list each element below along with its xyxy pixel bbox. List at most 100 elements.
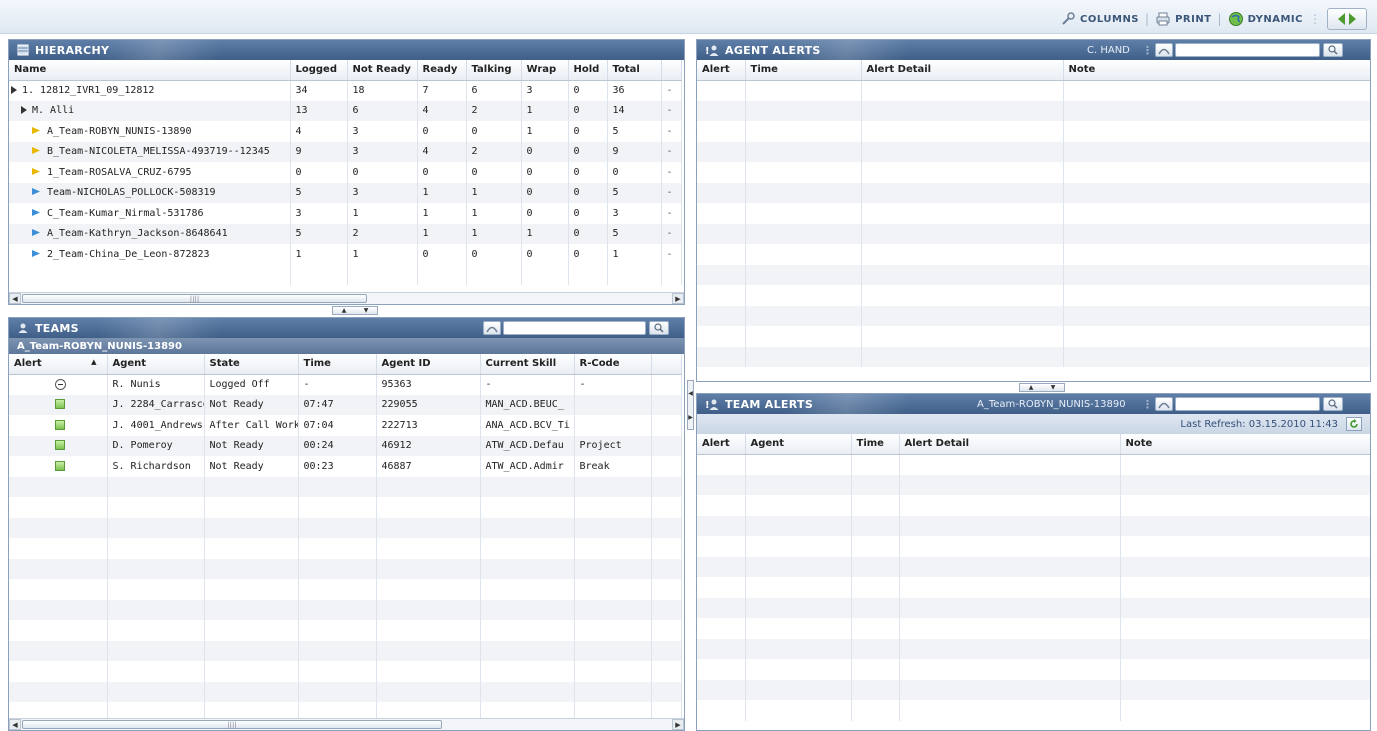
empty-cell bbox=[480, 681, 575, 702]
team-alerts-search-button[interactable] bbox=[1323, 397, 1343, 411]
scroll-right-arrow[interactable]: ▶ bbox=[672, 293, 684, 304]
blue-flag-icon bbox=[32, 249, 40, 257]
hierarchy-row[interactable]: 2_Team-China_De_Leon-872823 1 1 0 0 0 0 1- bbox=[9, 244, 682, 265]
col-current-skill[interactable]: Current Skill bbox=[480, 354, 575, 375]
col-state[interactable]: State bbox=[204, 354, 299, 375]
empty-cell bbox=[568, 264, 608, 285]
refresh-button[interactable] bbox=[1346, 417, 1362, 431]
team-alerts-filter-button[interactable] bbox=[1155, 397, 1173, 411]
team-agent-row[interactable]: R. Nunis Logged Off -95363- - bbox=[9, 374, 682, 395]
hierarchy-row[interactable]: 1_Team-ROSALVA_CRUZ-6795 0 0 0 0 0 0 0- bbox=[9, 162, 682, 183]
scroll-left-arrow[interactable]: ◀ bbox=[9, 719, 21, 730]
col-wrap[interactable]: Wrap bbox=[521, 60, 569, 81]
team-agent-row[interactable]: J. 2284_Carrasco Not Ready 07:47 229055 MAN_… bbox=[9, 394, 682, 415]
empty-cell bbox=[861, 121, 1064, 142]
col-hold[interactable]: Hold bbox=[568, 60, 608, 81]
splitter-down-arrow[interactable]: ▼ bbox=[364, 307, 369, 314]
scroll-right-arrow[interactable]: ▶ bbox=[672, 719, 684, 730]
team-agent-row[interactable]: D. Pomeroy Not Ready 00:24 46912 ATW_ACD.Def… bbox=[9, 435, 682, 456]
hierarchy-teams-splitter[interactable]: ▲ ▼ bbox=[332, 306, 378, 315]
empty-cell bbox=[697, 182, 746, 203]
col-alert-detail[interactable]: Alert Detail bbox=[861, 60, 1064, 81]
empty-row bbox=[9, 476, 682, 497]
cell-wrap: 1 bbox=[521, 121, 569, 142]
cell-alert bbox=[9, 415, 108, 436]
col-note[interactable]: Note bbox=[1063, 60, 1370, 81]
col-talking[interactable]: Talking bbox=[466, 60, 522, 81]
scroll-thumb[interactable]: |||| bbox=[22, 294, 367, 303]
agent-alerts-filter-button[interactable] bbox=[1155, 43, 1173, 57]
empty-cell bbox=[851, 495, 900, 516]
col-name[interactable]: Name bbox=[9, 60, 291, 81]
agent-alerts-search-input[interactable] bbox=[1175, 43, 1320, 57]
cell-wrap: 1 bbox=[521, 223, 569, 244]
col-agent[interactable]: Agent bbox=[107, 354, 205, 375]
alerts-splitter[interactable]: ▲ ▼ bbox=[1019, 383, 1065, 392]
teams-filter-button[interactable] bbox=[483, 321, 501, 335]
agent-alerts-search-button[interactable] bbox=[1323, 43, 1343, 57]
hierarchy-row[interactable]: Team-NICHOLAS_POLLOCK-508319 5 3 1 1 0 0 5- bbox=[9, 182, 682, 203]
empty-row bbox=[697, 454, 1370, 475]
splitter-left-arrow[interactable]: ◀ bbox=[688, 390, 693, 397]
col-agent-id[interactable]: Agent ID bbox=[376, 354, 481, 375]
splitter-up-arrow[interactable]: ▲ bbox=[342, 307, 347, 314]
empty-cell bbox=[204, 681, 299, 702]
team-agent-row[interactable]: J. 4001_Andrews After Call Work 07:04 22271… bbox=[9, 415, 682, 436]
cell-current-skill: ANA_ACD.BCV_Ti bbox=[480, 415, 575, 436]
col-time[interactable]: Time bbox=[298, 354, 377, 375]
col-note[interactable]: Note bbox=[1120, 434, 1370, 455]
columns-button[interactable]: COLUMNS bbox=[1060, 11, 1139, 27]
col-alert-detail[interactable]: Alert Detail bbox=[899, 434, 1121, 455]
empty-cell bbox=[1120, 618, 1370, 639]
scroll-thumb[interactable]: |||| bbox=[22, 720, 442, 729]
col-logged[interactable]: Logged bbox=[290, 60, 348, 81]
col-alert[interactable]: Alert bbox=[697, 60, 746, 81]
teams-horizontal-scrollbar[interactable]: ◀ |||| ▶ bbox=[9, 718, 684, 730]
splitter-down-arrow[interactable]: ▼ bbox=[1051, 384, 1056, 391]
cell-name: 1_Team-ROSALVA_CRUZ-6795 bbox=[9, 162, 291, 183]
col-alert[interactable]: Alert ▲ bbox=[9, 354, 108, 375]
team-agent-row[interactable]: S. Richardson Not Ready 00:23 46887 ATW_ACD.… bbox=[9, 456, 682, 477]
col-alert[interactable]: Alert bbox=[697, 434, 746, 455]
expand-collapse-button[interactable] bbox=[1327, 8, 1367, 30]
cell-not-ready: 1 bbox=[347, 244, 418, 265]
empty-cell bbox=[9, 599, 108, 620]
hierarchy-row[interactable]: M. Alli 13 6 4 2 1 0 14- bbox=[9, 100, 682, 121]
team-alerts-search-input[interactable] bbox=[1175, 397, 1320, 411]
empty-cell bbox=[204, 497, 299, 518]
col-time[interactable]: Time bbox=[745, 60, 862, 81]
empty-cell bbox=[861, 100, 1064, 121]
col-ready[interactable]: Ready bbox=[417, 60, 467, 81]
cell-time: 07:47 bbox=[298, 394, 377, 415]
empty-cell bbox=[651, 599, 682, 620]
hierarchy-row[interactable]: A_Team-ROBYN_NUNIS-13890 4 3 0 0 1 0 5- bbox=[9, 121, 682, 142]
col-time[interactable]: Time bbox=[851, 434, 900, 455]
teams-search-input[interactable] bbox=[503, 321, 646, 335]
col-not-ready[interactable]: Not Ready bbox=[347, 60, 418, 81]
hierarchy-row[interactable]: C_Team-Kumar_Nirmal-531786 3 1 1 1 0 0 3- bbox=[9, 203, 682, 224]
splitter-right-arrow[interactable]: ▶ bbox=[688, 414, 693, 421]
col-agent[interactable]: Agent bbox=[745, 434, 852, 455]
double-arrow-icon bbox=[1338, 13, 1356, 25]
col-total[interactable]: Total bbox=[607, 60, 662, 81]
vertical-splitter[interactable]: ◀ ▶ bbox=[687, 380, 694, 430]
empty-cell bbox=[745, 700, 852, 721]
yellow-flag-icon bbox=[32, 126, 40, 134]
expand-arrow-icon[interactable] bbox=[11, 86, 17, 94]
empty-cell bbox=[851, 577, 900, 598]
teams-search-button[interactable] bbox=[649, 321, 669, 335]
expand-arrow-icon[interactable] bbox=[21, 106, 27, 115]
scroll-left-arrow[interactable]: ◀ bbox=[9, 293, 21, 304]
hierarchy-row[interactable]: 1. 12812_IVR1_09_12812 34 18 7 6 3 0 36- bbox=[9, 80, 682, 101]
hierarchy-row[interactable]: A_Team-Kathryn_Jackson-8648641 5 2 1 1 1 0 5- bbox=[9, 223, 682, 244]
empty-cell bbox=[298, 497, 377, 518]
empty-cell bbox=[861, 223, 1064, 244]
dynamic-button[interactable]: DYNAMIC bbox=[1228, 11, 1303, 27]
teams-header-row: Alert ▲ Agent State Time Agent ID Current… bbox=[9, 354, 682, 375]
hierarchy-horizontal-scrollbar[interactable]: ◀ |||| ▶ bbox=[9, 292, 684, 304]
col-r-code[interactable]: R-Code bbox=[574, 354, 652, 375]
splitter-up-arrow[interactable]: ▲ bbox=[1029, 384, 1034, 391]
print-button[interactable]: PRINT bbox=[1155, 11, 1211, 27]
hierarchy-row[interactable]: B_Team-NICOLETA_MELISSA-493719--12345 9 3 4… bbox=[9, 141, 682, 162]
empty-cell bbox=[376, 681, 481, 702]
